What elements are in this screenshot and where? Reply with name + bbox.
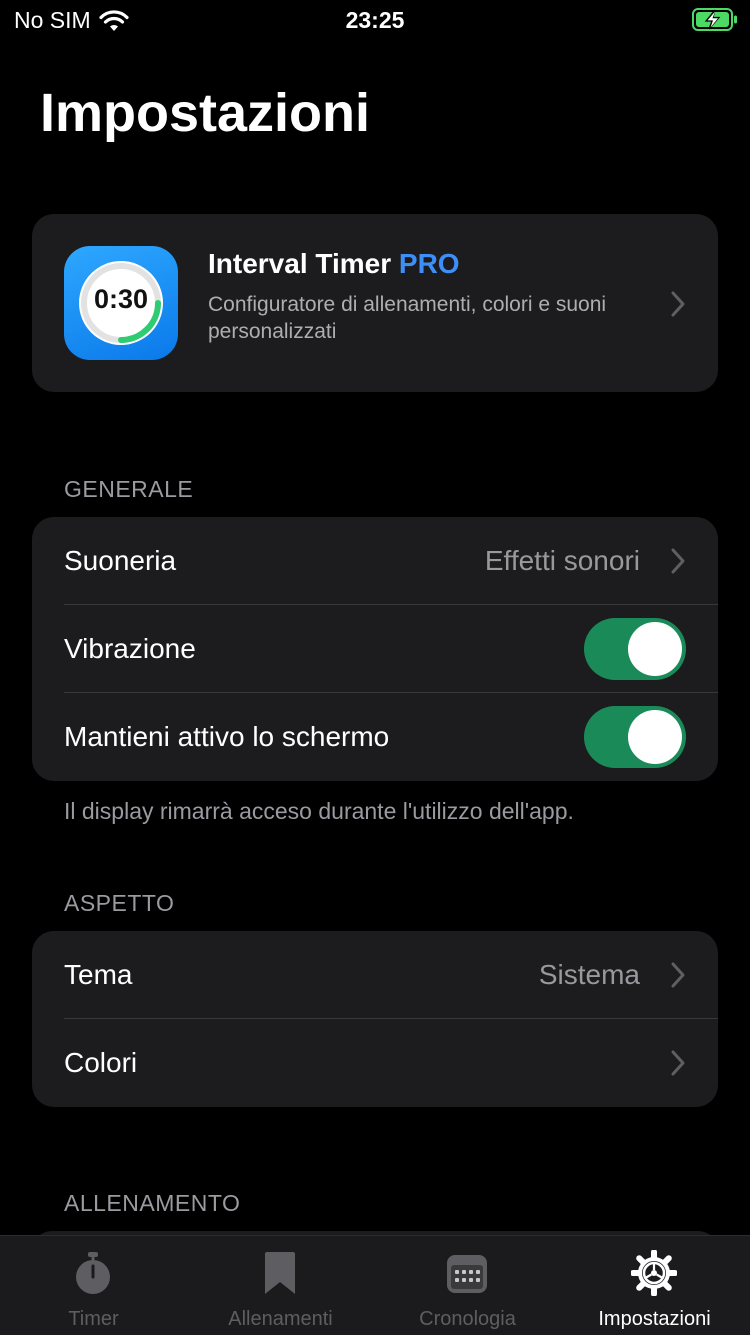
row-label: Tema xyxy=(64,959,133,990)
pro-badge: PRO xyxy=(398,248,460,279)
calendar-icon xyxy=(447,1255,487,1293)
section-header-generale: GENERALE xyxy=(64,476,194,502)
pro-upgrade-card[interactable]: 0:30 Interval Timer PRO Configuratore di… xyxy=(32,214,718,392)
pro-card-app-name: Interval Timer xyxy=(208,248,392,279)
chevron-right-icon xyxy=(671,548,685,574)
tab-allenamenti[interactable]: Allenamenti xyxy=(187,1236,374,1335)
row-suoneria[interactable]: Suoneria Effetti sonori xyxy=(32,517,718,605)
row-colori[interactable]: Colori xyxy=(32,1019,718,1107)
gear-icon xyxy=(631,1250,677,1296)
tab-timer[interactable]: Timer xyxy=(0,1236,187,1335)
row-value: Sistema xyxy=(538,959,640,990)
app-icon: 0:30 xyxy=(64,246,178,360)
stopwatch-icon xyxy=(76,1252,110,1294)
row-label: Colori xyxy=(64,1047,138,1078)
status-bar: No SIM 23:25 xyxy=(0,0,750,40)
row-tema[interactable]: Tema Sistema xyxy=(32,931,718,1019)
tab-impostazioni[interactable]: Impostazioni xyxy=(561,1236,748,1335)
aspetto-group: Tema Sistema Colori xyxy=(32,931,718,1107)
pro-card-title: Interval Timer PRO xyxy=(208,248,460,280)
row-label: Suoneria xyxy=(64,545,177,576)
tab-label: Allenamenti xyxy=(228,1308,333,1330)
chevron-right-icon xyxy=(671,291,685,317)
row-value: Effetti sonori xyxy=(484,545,640,576)
row-label: Vibrazione xyxy=(64,633,196,664)
tab-cronologia[interactable]: Cronologia xyxy=(374,1236,561,1335)
tab-label: Timer xyxy=(68,1308,119,1330)
row-label: Mantieni attivo lo schermo xyxy=(64,721,390,752)
chevron-right-icon xyxy=(671,1050,685,1076)
vibrazione-toggle[interactable] xyxy=(584,618,686,680)
chevron-right-icon xyxy=(671,962,685,988)
page-title: Impostazioni xyxy=(40,83,371,143)
row-vibrazione: Vibrazione xyxy=(32,605,718,693)
keep-screen-on-toggle[interactable] xyxy=(584,706,686,768)
generale-group: Suoneria Effetti sonori Vibrazione Manti… xyxy=(32,517,718,781)
row-mantieni-attivo-schermo: Mantieni attivo lo schermo xyxy=(32,693,718,781)
tab-bar: Timer Allenamenti Cronologia Impostazion… xyxy=(0,1235,750,1335)
toggle-knob xyxy=(628,622,682,676)
generale-footnote: Il display rimarrà acceso durante l'util… xyxy=(64,798,574,824)
pro-card-description: Configuratore di allenamenti, colori e s… xyxy=(208,293,607,343)
tab-label: Impostazioni xyxy=(598,1308,711,1330)
bookmark-icon xyxy=(265,1252,295,1294)
tab-label: Cronologia xyxy=(419,1308,516,1330)
section-header-allenamento: ALLENAMENTO xyxy=(64,1190,241,1216)
battery-charging-icon xyxy=(692,8,737,31)
app-icon-time: 0:30 xyxy=(93,284,149,314)
section-header-aspetto: ASPETTO xyxy=(64,890,175,916)
status-time: 23:25 xyxy=(345,7,405,33)
toggle-knob xyxy=(628,710,682,764)
